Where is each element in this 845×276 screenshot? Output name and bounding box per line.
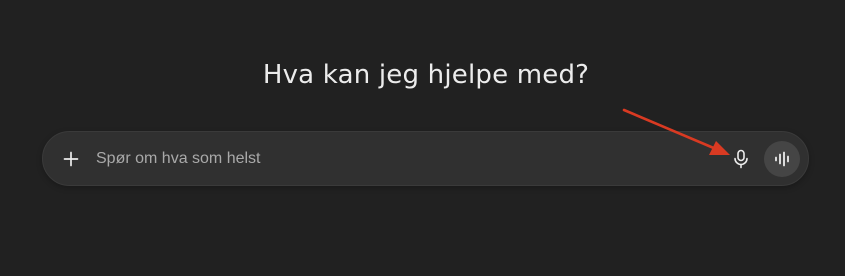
prompt-input[interactable]: [96, 146, 656, 172]
prompt-composer: [42, 131, 809, 186]
voice-mode-button[interactable]: [764, 141, 800, 177]
microphone-icon: [734, 149, 748, 169]
voice-waveform-icon: [775, 151, 789, 167]
plus-icon: [63, 151, 79, 167]
dictate-button[interactable]: [727, 145, 755, 173]
chat-home-page: Hva kan jeg hjelpe med?: [0, 0, 845, 276]
page-heading: Hva kan jeg hjelpe med?: [262, 60, 590, 90]
attach-button[interactable]: [57, 145, 85, 173]
